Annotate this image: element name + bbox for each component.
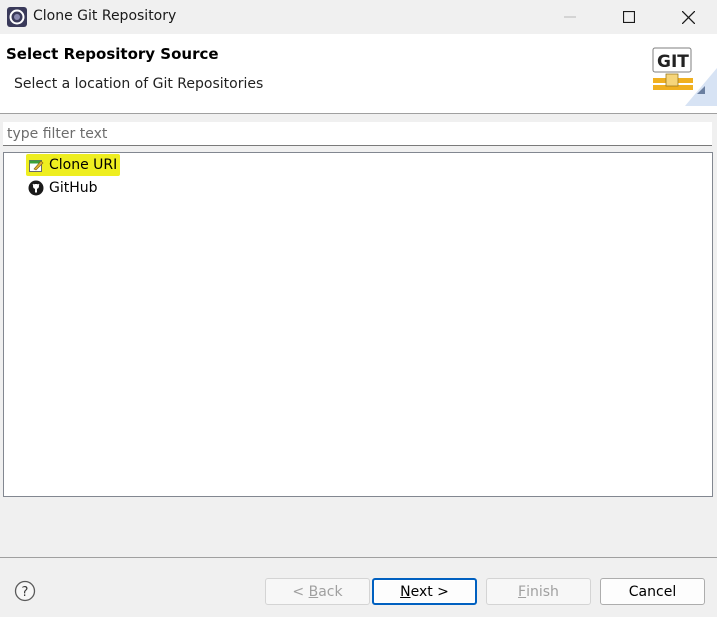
eclipse-app-icon (7, 7, 27, 27)
back-button-prefix: < (292, 583, 309, 600)
finish-button[interactable]: Finish (486, 578, 591, 605)
next-button-rest: ext > (410, 583, 449, 600)
cancel-button[interactable]: Cancel (600, 578, 705, 605)
tree-item-github[interactable]: GitHub (26, 177, 101, 199)
tree-item-label: GitHub (49, 180, 98, 196)
back-button[interactable]: < Back (265, 578, 370, 605)
minimize-button[interactable] (541, 0, 599, 34)
back-button-rest: ack (318, 583, 343, 600)
clone-uri-icon (28, 157, 44, 173)
filter-input[interactable] (3, 122, 712, 146)
minimize-icon (564, 16, 576, 18)
help-icon[interactable]: ? (14, 580, 36, 602)
maximize-icon (623, 11, 635, 23)
next-button[interactable]: Next > (372, 578, 477, 605)
github-icon (28, 180, 44, 196)
window-title: Clone Git Repository (33, 8, 177, 24)
wizard-header: Select Repository Source Select a locati… (0, 34, 717, 114)
button-bar-separator (0, 557, 717, 558)
close-icon (681, 10, 695, 24)
finish-button-mnemonic: F (518, 583, 527, 600)
tree-item-clone-uri[interactable]: Clone URI (26, 154, 121, 176)
title-bar: Clone Git Repository (0, 0, 717, 34)
git-wizard-logo-icon: GIT (652, 47, 717, 106)
svg-text:?: ? (22, 585, 29, 600)
back-button-mnemonic: B (308, 583, 319, 600)
repository-source-tree[interactable]: Clone URI GitHub (3, 152, 713, 497)
close-button[interactable] (659, 0, 717, 34)
page-title: Select Repository Source (6, 45, 219, 63)
finish-button-rest: inish (526, 583, 559, 600)
cancel-button-label: Cancel (628, 583, 677, 600)
page-description: Select a location of Git Repositories (14, 76, 264, 92)
next-button-mnemonic: N (400, 583, 411, 600)
maximize-button[interactable] (600, 0, 658, 34)
tree-item-label: Clone URI (49, 157, 118, 173)
git-logo-text: GIT (657, 52, 689, 72)
